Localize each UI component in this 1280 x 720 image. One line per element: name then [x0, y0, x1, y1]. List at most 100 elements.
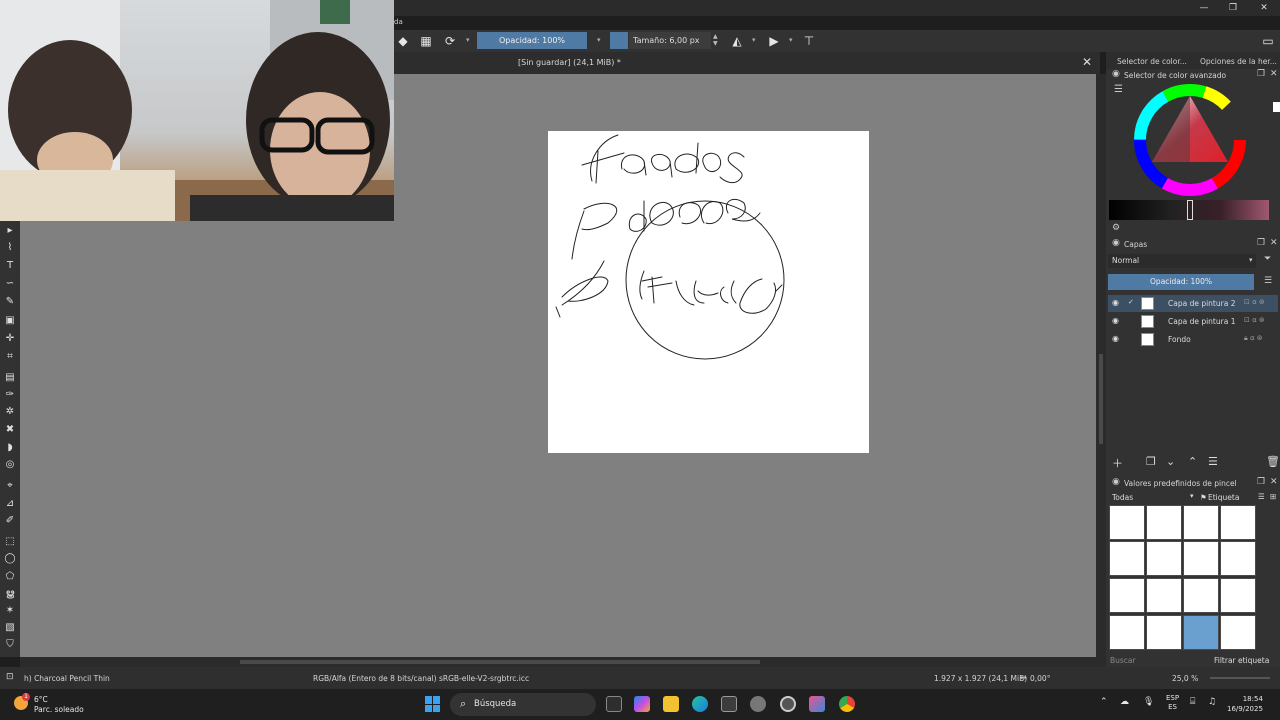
edit-shapes-tool-icon[interactable]: ⌇: [2, 241, 18, 255]
copilot-icon[interactable]: [634, 696, 650, 712]
color-selector-settings-icon[interactable]: ◉: [1112, 69, 1120, 79]
layer-opacity-slider[interactable]: Opacidad: 100%: [1108, 274, 1254, 290]
close-window-button[interactable]: ✕: [1256, 1, 1272, 15]
select-shapes-tool-icon[interactable]: ▸: [2, 224, 18, 238]
volume-icon[interactable]: ♫: [1208, 697, 1216, 707]
float-brushes-icon[interactable]: ❐: [1257, 477, 1265, 487]
brush-preset[interactable]: [1146, 541, 1182, 576]
bezier-select-tool-icon[interactable]: ⛉: [2, 638, 18, 652]
start-button[interactable]: [425, 696, 441, 712]
close-layers-icon[interactable]: ✕: [1270, 238, 1278, 248]
brush-preset[interactable]: [1183, 541, 1219, 576]
pan-tool-icon[interactable]: ✐: [2, 514, 18, 528]
layer-check-icon[interactable]: ✓: [1128, 298, 1134, 306]
layer-row[interactable]: ◉ Capa de pintura 1 ⊡ ⍺ ⊛: [1108, 313, 1278, 330]
visibility-eye-icon[interactable]: ◉: [1112, 298, 1119, 307]
input-language[interactable]: ESP ES: [1166, 694, 1179, 712]
minimize-button[interactable]: —: [1196, 1, 1212, 15]
opacity-dropdown-icon[interactable]: ▾: [597, 36, 601, 44]
transform-tool-icon[interactable]: ▣: [2, 314, 18, 328]
tab-color-selector[interactable]: Selector de color...: [1117, 57, 1187, 66]
brush-preset[interactable]: [1220, 505, 1256, 540]
brush-view-icon[interactable]: ☰: [1258, 492, 1265, 501]
lasso-select-tool-icon[interactable]: ൠ: [2, 587, 18, 601]
layer-row[interactable]: ◉ Fondo 🔒︎ ⍺ ⊛: [1108, 331, 1278, 348]
white-color-swatch[interactable]: [1273, 102, 1280, 112]
brush-preset[interactable]: [1220, 615, 1256, 650]
brush-import-icon[interactable]: ⊞: [1270, 492, 1276, 501]
brush-tag-select[interactable]: Todas: [1112, 493, 1133, 502]
color-picker-tool-icon[interactable]: ✑: [2, 388, 18, 402]
reference-tool-icon[interactable]: ⊿: [2, 497, 18, 511]
krita-icon[interactable]: [809, 696, 825, 712]
delete-layer-icon[interactable]: 🗑︎: [1266, 455, 1280, 468]
taskbar-search[interactable]: ⌕ Búsqueda: [450, 693, 596, 716]
eraser-icon[interactable]: ◆: [396, 34, 410, 48]
document-tab-title[interactable]: [Sin guardar] (24,1 MiB) *: [518, 58, 621, 67]
crop-tool-icon[interactable]: ⌗: [2, 350, 18, 364]
weather-temperature[interactable]: 6°C: [34, 695, 48, 704]
status-zoom[interactable]: 25,0 %: [1172, 674, 1198, 683]
wrap-around-icon[interactable]: ⊤: [802, 34, 816, 48]
smart-patch-tool-icon[interactable]: ✲: [2, 405, 18, 419]
tag-chevron-icon[interactable]: ▾: [1190, 492, 1194, 500]
layer-menu-icon[interactable]: ☰: [1264, 276, 1272, 286]
similar-select-tool-icon[interactable]: ▧: [2, 621, 18, 635]
brush-tag-label[interactable]: Etiqueta: [1208, 493, 1239, 502]
move-layer-down-icon[interactable]: ⌄: [1166, 455, 1175, 468]
blend-dropdown-icon[interactable]: ▾: [466, 36, 470, 44]
restore-button[interactable]: ❐: [1225, 1, 1241, 15]
ellipse-select-tool-icon[interactable]: ◯: [2, 552, 18, 566]
brush-preset[interactable]: [1220, 578, 1256, 613]
mirror-horizontal-icon[interactable]: ◭: [730, 34, 744, 48]
layer-filter-icon[interactable]: ⏷: [1264, 254, 1271, 264]
mirror-vertical-icon[interactable]: ▶: [767, 34, 781, 48]
fill-tool-icon[interactable]: ◗: [2, 441, 18, 455]
brush-preset[interactable]: [1109, 615, 1145, 650]
zoom-slider[interactable]: [1210, 677, 1270, 679]
text-tool-icon[interactable]: T: [2, 259, 18, 273]
file-explorer-icon[interactable]: [663, 696, 679, 712]
brush-preset[interactable]: [1220, 541, 1256, 576]
layer-row[interactable]: ◉ ✓ Capa de pintura 2 ⊡ ⍺ ⊛: [1108, 295, 1278, 312]
layers-settings-icon[interactable]: ◉: [1112, 238, 1120, 248]
task-view-icon[interactable]: [606, 696, 622, 712]
assistant-tool-icon[interactable]: ✖: [2, 423, 18, 437]
measure-tool-icon[interactable]: ⌖: [2, 479, 18, 493]
system-clock[interactable]: 18:54 16/9/2025: [1227, 694, 1263, 714]
close-document-icon[interactable]: ✕: [1082, 55, 1092, 69]
opacity-slider[interactable]: Opacidad: 100%: [477, 32, 587, 49]
network-icon[interactable]: ⌸: [1190, 697, 1195, 707]
calligraphy-tool-icon[interactable]: ∽: [2, 277, 18, 291]
brush-preset[interactable]: [1146, 615, 1182, 650]
onedrive-icon[interactable]: ☁: [1120, 697, 1129, 707]
add-layer-icon[interactable]: ＋: [1112, 455, 1123, 471]
brush-size-slider[interactable]: Tamaño: 6,00 px: [629, 32, 711, 49]
color-strip-selector[interactable]: [1187, 200, 1193, 220]
close-brushes-icon[interactable]: ✕: [1270, 477, 1278, 487]
menu-fragment[interactable]: da: [394, 18, 403, 26]
alpha-lock-icon[interactable]: ▦: [419, 34, 433, 48]
mirror-v-dropdown-icon[interactable]: ▾: [789, 36, 793, 44]
brush-preset[interactable]: [1109, 505, 1145, 540]
color-wheel[interactable]: [1132, 82, 1248, 198]
blend-mode-select[interactable]: Normal: [1108, 254, 1256, 268]
weather-description[interactable]: Parc. soleado: [34, 705, 84, 714]
vertical-scroll-thumb[interactable]: [1099, 354, 1103, 444]
filter-tag-checkbox[interactable]: Filtrar etiqueta: [1214, 656, 1269, 665]
settings-icon[interactable]: [750, 696, 766, 712]
horizontal-scrollbar[interactable]: [20, 657, 1096, 667]
brush-search-input[interactable]: Buscar: [1110, 656, 1136, 665]
brush-preset[interactable]: [1183, 578, 1219, 613]
color-settings-icon[interactable]: ⚙: [1112, 223, 1120, 233]
reload-preset-icon[interactable]: ⟳: [443, 34, 457, 48]
size-spinner-icon[interactable]: ▲ ▼: [713, 33, 718, 47]
visibility-eye-icon[interactable]: ◉: [1112, 334, 1119, 343]
close-docker-icon[interactable]: ✕: [1270, 69, 1278, 79]
canvas-paper[interactable]: [548, 131, 869, 453]
edge-icon[interactable]: [692, 696, 708, 712]
visibility-eye-icon[interactable]: ◉: [1112, 316, 1119, 325]
chrome-icon[interactable]: [839, 696, 855, 712]
blend-mode-chevron-icon[interactable]: ▾: [1249, 256, 1253, 264]
polygon-select-tool-icon[interactable]: ⬠: [2, 570, 18, 584]
